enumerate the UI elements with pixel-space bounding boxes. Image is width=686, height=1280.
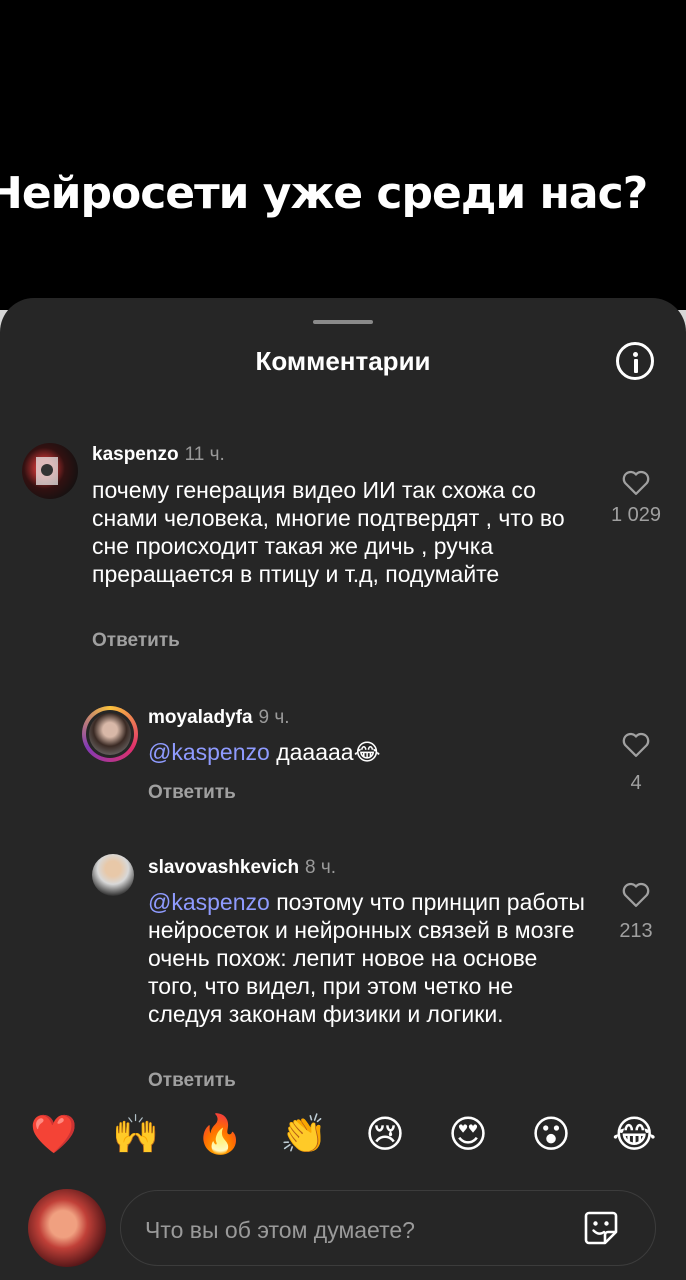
reaction-raised-hands[interactable]: 🙌 [112, 1112, 159, 1156]
video-background[interactable]: Нейросети уже среди нас? [0, 0, 686, 320]
comment-item: kaspenzo 11 ч. почему генерация видео ИИ … [0, 428, 686, 668]
sheet-grabber[interactable] [313, 320, 373, 324]
reply-button[interactable]: Ответить [92, 630, 180, 652]
comment-meta: kaspenzo 11 ч. [92, 444, 225, 466]
heart-icon [622, 470, 650, 495]
like-count: 4 [630, 772, 642, 794]
comment-time: 9 ч. [258, 707, 290, 728]
mention-link[interactable]: @kaspenzo [148, 739, 270, 765]
like-count: 1 029 [610, 504, 662, 526]
reply-button[interactable]: Ответить [148, 1070, 236, 1088]
comment-meta: moyaladyfa 9 ч. [148, 707, 290, 729]
comment-text: @kaspenzo поэтому что принцип работы ней… [148, 888, 588, 1028]
avatar[interactable] [92, 854, 134, 896]
heart-icon [622, 732, 650, 757]
comment-text: @kaspenzo дааааа😂 [148, 738, 588, 766]
like-button[interactable]: 213 [606, 880, 666, 943]
reply-comment-item: slavovashkevich 8 ч. @kaspenzo поэтому чт… [0, 848, 686, 1088]
heart-icon [622, 882, 650, 907]
quick-reactions-bar: ❤️ 🙌 🔥 👏 😢 😍 😮 😂 [0, 1112, 686, 1162]
avatar[interactable] [22, 443, 78, 499]
reply-button[interactable]: Ответить [148, 782, 236, 804]
comment-meta: slavovashkevich 8 ч. [148, 857, 336, 879]
reaction-joy[interactable]: 😂 [612, 1112, 656, 1156]
reaction-wow[interactable]: 😮 [529, 1112, 573, 1156]
comment-input[interactable] [143, 1213, 567, 1247]
comment-composer [120, 1190, 656, 1266]
mention-link[interactable]: @kaspenzo [148, 889, 270, 915]
reaction-heart[interactable]: ❤️ [30, 1112, 77, 1156]
reaction-heart-eyes[interactable]: 😍 [446, 1112, 490, 1156]
info-icon[interactable] [616, 342, 654, 380]
reaction-clap[interactable]: 👏 [280, 1112, 327, 1156]
avatar-story-ring[interactable] [82, 706, 138, 762]
comment-body: дааааа😂 [269, 739, 381, 765]
comment-username[interactable]: slavovashkevich [148, 857, 299, 878]
video-caption: Нейросети уже среди нас? [0, 168, 648, 219]
comment-time: 11 ч. [184, 444, 225, 465]
current-user-avatar [28, 1189, 106, 1267]
like-button[interactable]: 1 029 [606, 468, 666, 527]
like-count: 213 [619, 920, 653, 942]
reaction-cry[interactable]: 😢 [363, 1112, 407, 1156]
comments-list[interactable]: kaspenzo 11 ч. почему генерация видео ИИ … [0, 428, 686, 1088]
sticker-icon[interactable] [581, 1208, 621, 1248]
like-button[interactable]: 4 [606, 730, 666, 795]
comment-username[interactable]: moyaladyfa [148, 707, 253, 728]
sheet-title: Комментарии [255, 346, 431, 376]
comment-username[interactable]: kaspenzo [92, 444, 179, 465]
comment-text: почему генерация видео ИИ так схожа со с… [92, 477, 565, 587]
reply-comment-item: moyaladyfa 9 ч. @kaspenzo дааааа😂 Ответит… [0, 698, 686, 818]
reaction-fire[interactable]: 🔥 [196, 1112, 243, 1156]
comment-time: 8 ч. [305, 857, 337, 878]
